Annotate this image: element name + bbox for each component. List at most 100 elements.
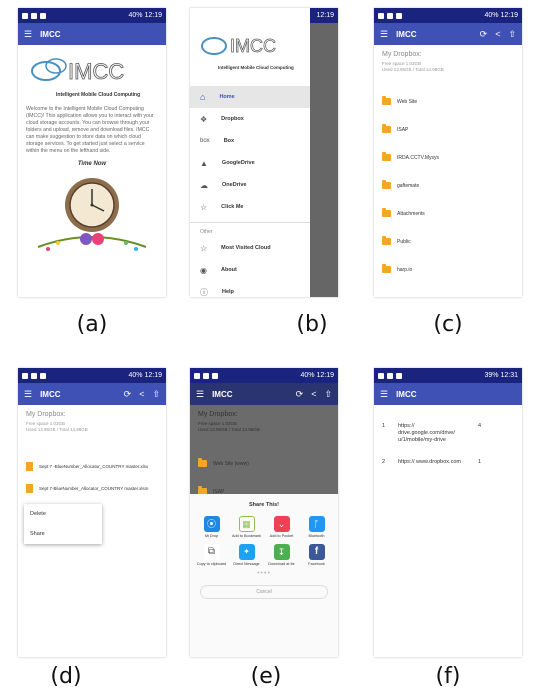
share-icon[interactable]: < (311, 389, 316, 399)
upload-icon[interactable]: ⇧ (152, 389, 160, 400)
caption-b: (b) (296, 312, 328, 337)
page-dots: •••• (257, 570, 271, 577)
folder-row[interactable]: Attachments (374, 200, 522, 228)
file-row[interactable]: Sept 7-BlueNumber_Allocator_COUNTRY mast… (18, 478, 166, 500)
folder-row[interactable]: IRDA.CCTV.Mysys (374, 144, 522, 172)
share-sheet: Share This! ⦿ Mi Drop ▦ Add to Bookmark ⌄ A… (190, 494, 338, 657)
drawer-item-googledrive[interactable]: ▲ GoogleDrive (190, 152, 310, 174)
share-icon[interactable]: < (139, 389, 144, 399)
svg-text:IMCC: IMCC (230, 36, 276, 56)
star-icon: ☆ (200, 202, 208, 212)
share-app-download[interactable]: ↧ Download at Ite (264, 544, 299, 566)
share-app-facebook[interactable]: f Facebook (299, 544, 334, 566)
svg-text:IMCC: IMCC (68, 59, 124, 84)
folder-row[interactable]: gaftemate (374, 172, 522, 200)
status-bar: 39% 12:31 (374, 368, 522, 383)
status-bar: 40% 12:19 (190, 368, 338, 383)
drawer-item-box[interactable]: box Box (190, 130, 310, 152)
navigation-drawer: IMCC Intelligent Mobile Cloud Computing … (190, 8, 310, 297)
app-bar: ☰ IMCC (374, 383, 522, 405)
drawer-header: IMCC Intelligent Mobile Cloud Computing (190, 8, 310, 86)
dropbox-icon: ❖ (200, 114, 208, 124)
caption-d: (d) (50, 664, 82, 689)
folder-row[interactable]: Web Site (374, 88, 522, 116)
drawer-item-most-visited[interactable]: ☆ Most Visited Cloud (190, 237, 310, 259)
help-icon: ⓘ (200, 287, 208, 297)
drawer-item-home[interactable]: ⌂ Home (190, 86, 310, 108)
copy-icon: ⧉ (203, 544, 220, 560)
drawer-item-onedrive[interactable]: ☁ OneDrive (190, 174, 310, 196)
mi-drop-icon: ⦿ (203, 516, 220, 532)
home-icon: ⌂ (200, 92, 206, 102)
hamburger-menu-icon[interactable]: ☰ (380, 29, 388, 40)
clock-illustration-icon (37, 178, 147, 252)
app-title: IMCC (396, 389, 417, 399)
drawer-item-click-me[interactable]: ☆ Click Me (190, 196, 310, 218)
folder-row[interactable]: Web Site (www) (190, 450, 338, 478)
share-app-bluetooth[interactable]: ᚩ Bluetooth (299, 516, 334, 538)
delete-menu-item[interactable]: Delete (24, 504, 102, 524)
app-title: IMCC (40, 29, 61, 39)
upload-icon[interactable]: ⇧ (324, 389, 332, 400)
refresh-icon[interactable]: ⟳ (480, 29, 488, 40)
folder-icon (382, 124, 391, 134)
folder-row[interactable]: Public (374, 228, 522, 256)
caption-c: (c) (433, 312, 463, 337)
cancel-button[interactable]: Cancel (200, 585, 328, 599)
pocket-icon: ⌄ (273, 516, 290, 532)
box-icon: box (200, 138, 210, 144)
drawer-item-dropbox[interactable]: ❖ Dropbox (190, 108, 310, 130)
share-icon[interactable]: < (495, 29, 500, 39)
file-row[interactable]: Sept 7 -BlueNumber_Allocator_COUNTRY mas… (18, 456, 166, 478)
dropbox-used-space: Used 13.95GB / Total 14.98GB (198, 427, 260, 433)
screenshot-d: 40% 12:19 ☰ IMCC ⟳ < ⇧ My Dropbox: Free … (18, 368, 166, 657)
app-bar: ☰ IMCC ⟳ < ⇧ (374, 23, 522, 45)
welcome-text: Welcome to the Intelligent Mobile Cloud … (26, 106, 154, 155)
visited-row[interactable]: 2 https:// www.dropbox.com 1 (374, 459, 522, 489)
app-bar: ☰ IMCC ⟳ < ⇧ (190, 383, 338, 405)
folder-icon (382, 208, 391, 218)
upload-icon[interactable]: ⇧ (508, 29, 516, 40)
star-icon: ☆ (200, 243, 208, 253)
bookmark-icon: ▦ (238, 516, 255, 532)
share-sheet-title: Share This! (249, 502, 279, 508)
dropbox-title: My Dropbox: (26, 411, 66, 418)
refresh-icon[interactable]: ⟳ (296, 389, 304, 400)
hamburger-menu-icon[interactable]: ☰ (24, 29, 32, 40)
share-app-copy[interactable]: ⧉ Copy to clipboard (194, 544, 229, 566)
share-menu-item[interactable]: Share (24, 524, 102, 544)
folder-icon (382, 180, 391, 190)
visited-row[interactable]: 1 https:// drive.google.com/drive/ u/1/m… (374, 423, 522, 459)
share-app-mi-drop[interactable]: ⦿ Mi Drop (194, 516, 229, 538)
context-menu: Delete Share (24, 503, 102, 544)
hamburger-menu-icon[interactable]: ☰ (24, 389, 32, 400)
share-app-add-bookmark[interactable]: ▦ Add to Bookmark (229, 516, 264, 538)
drawer-item-about[interactable]: ◉ About (190, 259, 310, 281)
folder-row[interactable]: harp.io (374, 256, 522, 284)
facebook-icon: f (308, 544, 325, 560)
screenshot-b: 12:19 IMCC Intelligent Mobile Cloud Comp… (190, 8, 338, 297)
screenshot-a: 40% 12:19 ☰ IMCC IMCC Intelligent Mobile… (18, 8, 166, 297)
app-title: IMCC (40, 389, 61, 399)
refresh-icon[interactable]: ⟳ (124, 389, 132, 400)
app-title: IMCC (396, 29, 417, 39)
app-bar: ☰ IMCC ⟳ < ⇧ (18, 383, 166, 405)
onedrive-icon: ☁ (200, 180, 208, 190)
hamburger-menu-icon[interactable]: ☰ (196, 389, 204, 400)
dropbox-used-space: Used 13.95GB / Total 14.98GB (26, 427, 88, 433)
bluetooth-icon: ᚩ (308, 516, 325, 532)
status-bar: 40% 12:19 (18, 8, 166, 23)
app-bar: ☰ IMCC (18, 23, 166, 45)
info-icon: ◉ (200, 265, 207, 275)
folder-icon (382, 264, 391, 274)
file-icon (26, 462, 33, 472)
folder-icon (198, 458, 207, 468)
screenshot-e: 40% 12:19 ☰ IMCC ⟳ < ⇧ My Dropbox: Free … (190, 368, 338, 657)
share-app-pocket[interactable]: ⌄ Add to Pocket (264, 516, 299, 538)
status-bar: 40% 12:19 (374, 8, 522, 23)
folder-row[interactable]: ISAP (374, 116, 522, 144)
share-app-direct-message[interactable]: ✦ Direct Message (229, 544, 264, 566)
dropbox-used-space: Used 13.95GB / Total 14.98GB (382, 67, 444, 73)
drawer-item-help[interactable]: ⓘ Help (190, 281, 310, 297)
hamburger-menu-icon[interactable]: ☰ (380, 389, 388, 400)
